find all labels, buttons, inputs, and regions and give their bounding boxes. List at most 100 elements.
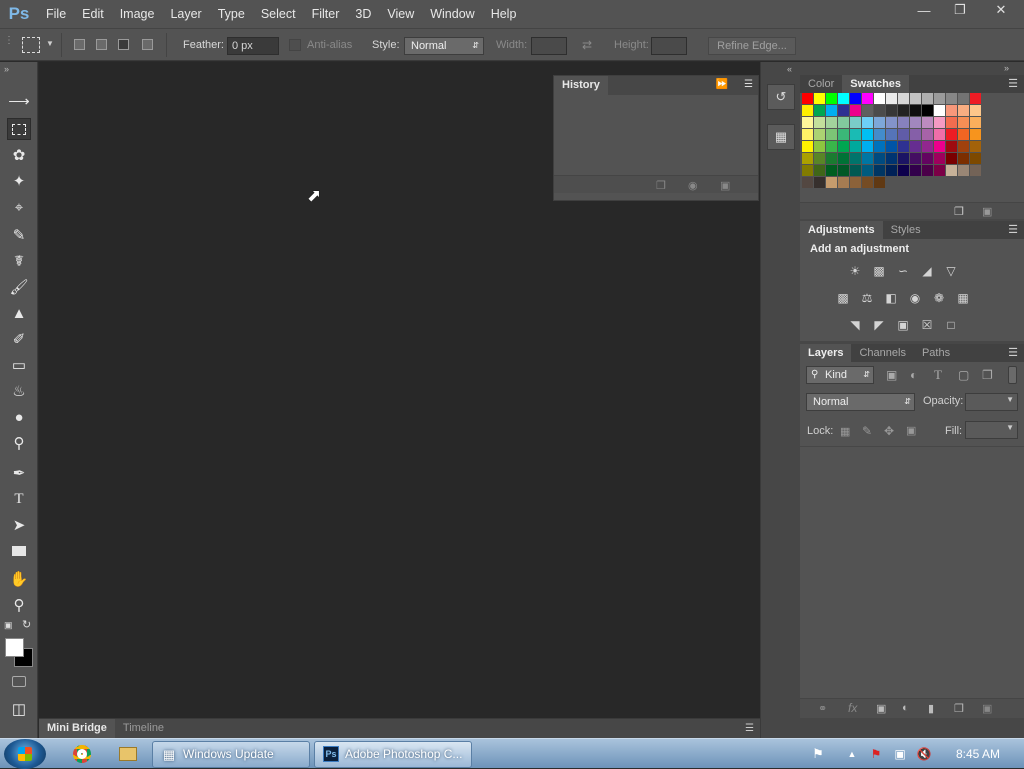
lasso-icon[interactable]: ✿ xyxy=(7,144,31,166)
trash-icon[interactable]: ▣ xyxy=(982,205,992,218)
color-swatch[interactable] xyxy=(838,93,849,104)
panel-menu-icon[interactable]: ☰ xyxy=(744,79,753,90)
color-swatch[interactable] xyxy=(946,117,957,128)
color-swatch[interactable] xyxy=(886,129,897,140)
quick-selection-icon[interactable]: ✦ xyxy=(7,170,31,192)
color-balance-icon[interactable]: ⚖ xyxy=(858,291,876,305)
blur-icon[interactable]: ● xyxy=(7,406,31,428)
color-swatch[interactable] xyxy=(850,129,861,140)
menu-file[interactable]: File xyxy=(38,0,74,28)
color-swatch[interactable] xyxy=(826,153,837,164)
invert-icon[interactable]: ◥ xyxy=(846,318,864,332)
color-swatch[interactable] xyxy=(910,129,921,140)
move-icon[interactable]: ⟶ xyxy=(7,90,31,112)
color-swatch[interactable] xyxy=(874,117,885,128)
camera-icon[interactable]: ◉ xyxy=(688,179,698,192)
pen-icon[interactable]: ✒ xyxy=(7,462,31,484)
color-swatch[interactable] xyxy=(970,153,981,164)
color-swatch[interactable] xyxy=(958,141,969,152)
history-panel-icon[interactable]: ↺ xyxy=(767,84,795,110)
opacity-input[interactable]: ▼ xyxy=(965,393,1018,411)
color-swatch[interactable] xyxy=(922,117,933,128)
color-swatch[interactable] xyxy=(802,165,813,176)
shape-layer-filter-icon[interactable]: ▢ xyxy=(958,368,969,382)
file-explorer-icon[interactable] xyxy=(116,742,140,766)
color-swatch[interactable] xyxy=(958,117,969,128)
zoom-icon[interactable]: ⚲ xyxy=(7,594,31,616)
color-swatch[interactable] xyxy=(886,105,897,116)
feather-input[interactable]: 0 px xyxy=(227,37,279,55)
start-button[interactable] xyxy=(4,739,46,769)
color-swatch[interactable] xyxy=(910,93,921,104)
color-swatch[interactable] xyxy=(838,153,849,164)
new-adjustment-layer-icon[interactable]: ◐ xyxy=(902,702,909,714)
color-swatch[interactable] xyxy=(850,105,861,116)
crop-icon[interactable]: ⌖ xyxy=(7,196,31,218)
tab-swatches[interactable]: Swatches xyxy=(842,75,910,93)
height-input[interactable] xyxy=(651,37,687,55)
color-swatch[interactable] xyxy=(874,165,885,176)
taskbar-item-windows-update[interactable]: ▦ Windows Update xyxy=(152,741,310,768)
refine-edge-button[interactable]: Refine Edge... xyxy=(708,37,796,55)
color-swatch[interactable] xyxy=(946,105,957,116)
color-swatch[interactable] xyxy=(910,165,921,176)
type-icon[interactable]: T xyxy=(7,488,31,510)
color-swatch[interactable] xyxy=(814,129,825,140)
chrome-icon[interactable] xyxy=(70,742,94,766)
panel-menu-icon[interactable]: ☰ xyxy=(1008,223,1018,236)
color-swatch[interactable] xyxy=(970,141,981,152)
color-swatch[interactable] xyxy=(898,105,909,116)
lock-all-icon[interactable]: ▣ xyxy=(906,424,916,437)
channel-mixer-icon[interactable]: ❁ xyxy=(930,291,948,305)
color-swatch[interactable] xyxy=(802,177,813,188)
photo-filter-icon[interactable]: ◉ xyxy=(906,291,924,305)
path-selection-icon[interactable]: ➤ xyxy=(7,514,31,536)
chevron-down-icon[interactable]: ▼ xyxy=(46,39,54,48)
lock-image-icon[interactable]: ✎ xyxy=(862,424,872,438)
show-hidden-icons-icon[interactable]: ▲ xyxy=(840,742,864,766)
quick-mask-icon[interactable] xyxy=(7,670,31,692)
menu-3d[interactable]: 3D xyxy=(347,0,379,28)
dodge-icon[interactable]: ⚲ xyxy=(7,432,31,454)
color-swatch[interactable] xyxy=(838,141,849,152)
color-swatch[interactable] xyxy=(946,153,957,164)
color-swatch[interactable] xyxy=(814,153,825,164)
swap-icon[interactable]: ⇄ xyxy=(582,38,592,52)
color-swatch[interactable] xyxy=(898,117,909,128)
color-swatch[interactable] xyxy=(874,129,885,140)
type-layer-filter-icon[interactable]: T xyxy=(934,367,942,383)
color-swatch[interactable] xyxy=(970,117,981,128)
chevron-down-icon[interactable]: ▼ xyxy=(1006,423,1014,432)
color-swatch[interactable] xyxy=(898,93,909,104)
color-swatch[interactable] xyxy=(862,141,873,152)
hand-icon[interactable]: ✋ xyxy=(7,568,31,590)
color-swatch[interactable] xyxy=(958,153,969,164)
layers-list[interactable] xyxy=(800,447,1024,715)
taskbar-item-photoshop[interactable]: Ps Adobe Photoshop C... xyxy=(314,741,472,768)
color-swatch[interactable] xyxy=(874,93,885,104)
color-swatch[interactable] xyxy=(934,93,945,104)
menu-help[interactable]: Help xyxy=(483,0,525,28)
brush-icon[interactable]: 🖌 xyxy=(7,276,31,298)
adjustment-layer-filter-icon[interactable]: ◐ xyxy=(910,368,917,382)
eyedropper-icon[interactable]: ✎ xyxy=(7,224,31,246)
color-swatch[interactable] xyxy=(874,105,885,116)
color-swatch[interactable] xyxy=(814,177,825,188)
color-lookup-icon[interactable]: ▦ xyxy=(954,291,972,305)
color-swatch[interactable] xyxy=(958,105,969,116)
restore-icon[interactable]: ❐ xyxy=(942,0,978,20)
color-swatch[interactable] xyxy=(826,93,837,104)
foreground-color-swatch[interactable] xyxy=(5,638,24,657)
fill-input[interactable]: ▼ xyxy=(965,421,1018,439)
history-brush-icon[interactable]: ✐ xyxy=(7,328,31,350)
rectangular-marquee-icon[interactable] xyxy=(7,118,31,140)
clone-stamp-icon[interactable]: ▲ xyxy=(7,302,31,324)
color-swatch[interactable] xyxy=(838,105,849,116)
color-swatch[interactable] xyxy=(898,153,909,164)
panel-menu-icon[interactable]: ☰ xyxy=(745,723,754,734)
menu-layer[interactable]: Layer xyxy=(162,0,209,28)
color-swatch[interactable] xyxy=(910,141,921,152)
subtract-selection-icon[interactable] xyxy=(118,39,129,50)
menu-edit[interactable]: Edit xyxy=(74,0,112,28)
color-swatch[interactable] xyxy=(946,141,957,152)
